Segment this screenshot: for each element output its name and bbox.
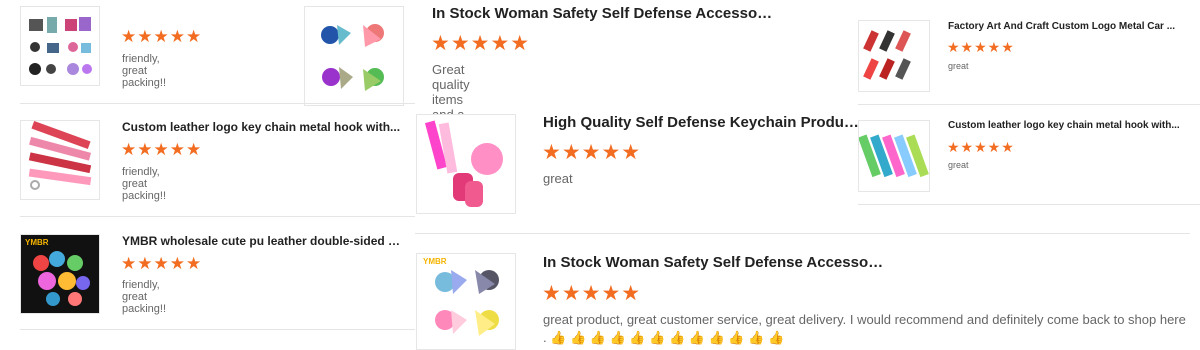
product-title[interactable]: In Stock Woman Safety Self Defense Acces… xyxy=(432,5,777,22)
product-photo xyxy=(859,134,929,178)
product-image[interactable] xyxy=(20,6,100,86)
star-rating: ★★★★★ xyxy=(947,39,1015,55)
star-rating: ★★★★★ xyxy=(542,141,642,164)
row-divider xyxy=(20,103,415,104)
row-divider xyxy=(20,216,415,217)
review-comment: friendly, great packing!! xyxy=(122,166,167,202)
product-image[interactable] xyxy=(858,20,930,92)
brand-watermark: YMBR xyxy=(25,238,49,247)
product-photo xyxy=(863,30,911,80)
row-divider xyxy=(20,329,415,330)
review-comment: great xyxy=(543,171,573,186)
product-title[interactable]: Factory Art And Craft Custom Logo Metal … xyxy=(948,21,1186,32)
product-image[interactable] xyxy=(304,6,404,106)
row-divider xyxy=(415,233,1190,234)
product-photo xyxy=(28,121,92,190)
product-title[interactable]: High Quality Self Defense Keychain Produ… xyxy=(543,114,863,131)
review-comment: great xyxy=(948,61,969,71)
star-rating: ★★★★★ xyxy=(431,32,531,55)
product-image[interactable]: YMBR xyxy=(20,234,100,314)
row-divider xyxy=(858,204,1200,205)
star-rating: ★★★★★ xyxy=(947,139,1015,155)
product-photo xyxy=(424,120,503,207)
review-comment: friendly, great packing!! xyxy=(122,279,167,315)
product-image[interactable] xyxy=(20,120,100,200)
row-divider xyxy=(858,104,1200,105)
product-photo xyxy=(321,24,384,91)
brand-watermark: YMBR xyxy=(423,257,447,266)
product-photo xyxy=(435,270,499,336)
review-comment: friendly, great packing!! xyxy=(122,53,167,89)
product-title[interactable]: Custom leather logo key chain metal hook… xyxy=(122,120,402,134)
product-title[interactable]: Custom leather logo key chain metal hook… xyxy=(948,120,1188,131)
star-rating: ★★★★★ xyxy=(121,254,203,273)
product-title[interactable]: In Stock Woman Safety Self Defense Acces… xyxy=(543,254,888,271)
star-rating: ★★★★★ xyxy=(121,140,203,159)
review-comment: great xyxy=(948,160,969,170)
star-rating: ★★★★★ xyxy=(542,282,642,305)
product-photo xyxy=(29,17,92,75)
product-image[interactable] xyxy=(416,114,516,214)
product-image[interactable] xyxy=(858,120,930,192)
product-title[interactable]: YMBR wholesale cute pu leather double-si… xyxy=(122,234,402,248)
star-rating: ★★★★★ xyxy=(121,27,203,46)
product-image[interactable]: YMBR xyxy=(416,253,516,350)
review-comment: great product, great customer service, g… xyxy=(543,312,1186,345)
